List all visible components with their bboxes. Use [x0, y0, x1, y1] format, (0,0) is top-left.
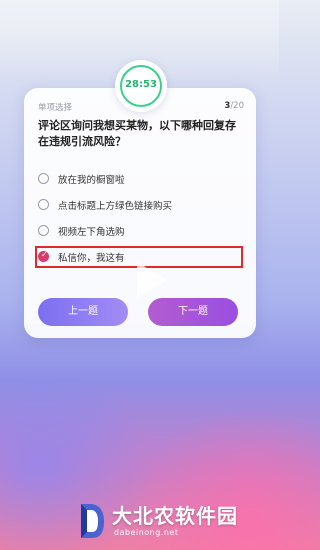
question-progress: 3/20: [224, 101, 244, 111]
option-label: 放在我的橱窗啦: [58, 175, 125, 186]
timer-value: 28:53: [125, 79, 157, 90]
question-text: 评论区询问我想买某物，以下哪种回复存在违规引流风险？: [38, 119, 236, 148]
checkmark-icon: ✓: [41, 250, 48, 259]
option-label: 私信你，我这有: [58, 253, 125, 264]
radio-checked-icon[interactable]: ✓: [38, 250, 49, 262]
question-card: 单项选择 3/20 评论区询问我想买某物，以下哪种回复存在违规引流风险？ 放在我…: [24, 88, 256, 338]
radio-unchecked-icon[interactable]: [38, 199, 49, 210]
watermark-title: 大北农软件园: [112, 504, 238, 528]
option-label: 点击标题上方绿色链接购买: [58, 201, 173, 212]
play-icon: [137, 262, 167, 298]
watermark-url: dabeinong.net: [114, 528, 179, 537]
question-type-label: 单项选择: [38, 103, 73, 113]
countdown-timer: 28:53: [115, 60, 167, 112]
option-3[interactable]: 视频左下角选购: [36, 220, 244, 242]
option-2[interactable]: 点击标题上方绿色链接购买: [36, 194, 244, 216]
previous-question-button[interactable]: 上一题: [38, 298, 128, 326]
site-watermark: 大北农软件园 dabeinong.net: [78, 498, 276, 546]
radio-unchecked-icon[interactable]: [38, 225, 49, 236]
option-label: 视频左下角选购: [58, 227, 125, 238]
progress-total: /20: [230, 101, 244, 111]
watermark-logo-icon: [81, 504, 104, 538]
radio-unchecked-icon[interactable]: [38, 173, 49, 184]
next-question-button[interactable]: 下一题: [148, 298, 238, 326]
option-1[interactable]: 放在我的橱窗啦: [36, 168, 244, 190]
